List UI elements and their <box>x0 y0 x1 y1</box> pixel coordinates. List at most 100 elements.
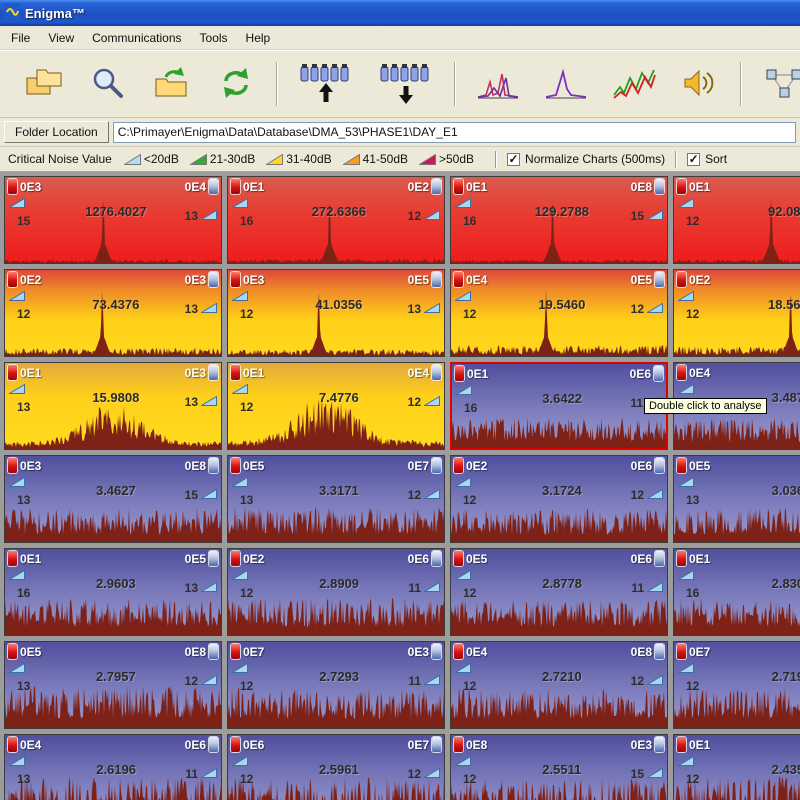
noise-triangle-icon <box>424 486 440 504</box>
leak-value: 3.1724 <box>493 483 631 507</box>
leak-value: 2.9603 <box>47 576 185 600</box>
normalize-checkbox[interactable]: ✓ Normalize Charts (500ms) <box>507 152 665 166</box>
noise-level-left: 12 <box>686 772 716 786</box>
chart-tile[interactable]: 0E30E4151276.402713 <box>4 176 222 264</box>
noise-level-left: 13 <box>686 493 716 507</box>
chart-tile[interactable]: 0E50E6122.877811 <box>450 548 668 636</box>
logger-id-left: 0E3 <box>20 459 41 473</box>
chart-tile[interactable]: 0E21218.5690 <box>673 269 800 357</box>
window-title: Enigma™ <box>25 6 85 21</box>
chart-tile[interactable]: 0E10E31315.980813 <box>4 362 222 450</box>
refresh-button[interactable] <box>212 61 260 108</box>
chart-tile[interactable]: 0E60E7122.596112 <box>227 734 445 800</box>
leak-value: 2.7957 <box>47 669 185 693</box>
logger-id-right: 0E6 <box>185 738 206 752</box>
chart-tile[interactable]: 0E20E31273.437613 <box>4 269 222 357</box>
legend-item: 41-50dB <box>343 152 408 166</box>
logger-battery-icon-right <box>209 365 218 380</box>
noise-level-left: 12 <box>686 679 716 693</box>
chart-tile[interactable]: 0E10E6163.642211 <box>450 362 668 450</box>
chart-tile[interactable]: 0E7122.7196 <box>673 641 800 729</box>
noise-level-right: 11 <box>408 581 421 595</box>
noise-triangle-icon <box>9 753 47 771</box>
chart-tile[interactable]: 0E40E8122.721012 <box>450 641 668 729</box>
read-loggers-button[interactable] <box>294 58 358 111</box>
chart-tile[interactable]: 0E80E3122.551115 <box>450 734 668 800</box>
noise-level-left: 12 <box>240 772 270 786</box>
speaker-button[interactable] <box>676 61 724 108</box>
export-folder-button[interactable] <box>148 61 196 108</box>
chart-tile[interactable]: 0E10E216272.636612 <box>227 176 445 264</box>
folder-location-button[interactable]: Folder Location <box>4 121 109 143</box>
histogram-multi-button[interactable] <box>472 61 524 108</box>
menu-item-view[interactable]: View <box>39 28 83 48</box>
logger-id-left: 0E8 <box>466 738 487 752</box>
chart-tile[interactable]: 0E30E8133.462715 <box>4 455 222 543</box>
chart-tile[interactable]: 0E10E4127.477612 <box>227 362 445 450</box>
noise-level-right: 11 <box>630 396 643 410</box>
menu-item-tools[interactable]: Tools <box>191 28 237 48</box>
logger-id-right: 0E3 <box>408 645 429 659</box>
noise-level-left: 16 <box>464 401 494 415</box>
chart-tile[interactable]: 0E11292.0801 <box>673 176 800 264</box>
export-folder-icon <box>152 65 192 104</box>
chart-tile[interactable]: 0E20E6122.890911 <box>227 548 445 636</box>
correlation-button[interactable] <box>758 61 800 108</box>
tile-info: 163.642211 <box>452 382 666 415</box>
logger-battery-icon-right <box>655 179 664 194</box>
chart-tile[interactable]: 0E1122.4350 <box>673 734 800 800</box>
logger-battery-icon-right <box>432 458 441 473</box>
noise-level-right: 15 <box>631 767 644 781</box>
noise-triangle-icon <box>9 660 47 678</box>
search-icon <box>88 65 128 104</box>
chart-tile[interactable]: 0E50E8132.795712 <box>4 641 222 729</box>
title-bar: Enigma™ <box>0 0 800 26</box>
tile-header: 0E40E8 <box>451 642 667 659</box>
logger-battery-icon-right <box>655 644 664 659</box>
noise-level-left: 13 <box>17 400 47 414</box>
noise-triangle-icon <box>424 672 440 690</box>
leak-value: 41.0356 <box>270 297 408 321</box>
noise-triangle-icon <box>678 660 716 678</box>
noise-triangle-icon <box>647 579 663 597</box>
menu-item-communications[interactable]: Communications <box>83 28 190 48</box>
chart-tile[interactable]: 0E70E3122.729311 <box>227 641 445 729</box>
folder-path-input[interactable] <box>113 122 796 143</box>
logger-battery-icon-left <box>8 458 17 473</box>
chart-tile[interactable]: 0E30E51241.035613 <box>227 269 445 357</box>
leak-value: 3.3171 <box>270 483 408 507</box>
logger-id-right: 0E3 <box>185 366 206 380</box>
leak-value: 1276.4027 <box>47 204 185 228</box>
menu-item-help[interactable]: Help <box>237 28 280 48</box>
chart-tile[interactable]: 0E40E51219.546012 <box>450 269 668 357</box>
logger-battery-icon-left <box>677 365 686 380</box>
chart-tile[interactable]: 0E20E6123.172412 <box>450 455 668 543</box>
program-loggers-button[interactable] <box>374 58 438 111</box>
tile-info: 132.795712 <box>5 660 221 693</box>
folder-location-bar: Folder Location <box>0 118 800 147</box>
chart-tile[interactable]: 0E5133.0365 <box>673 455 800 543</box>
leak-value: 2.8778 <box>493 576 631 600</box>
logger-id-right: 0E5 <box>185 552 206 566</box>
histogram-single-button[interactable] <box>540 61 592 108</box>
leak-value: 19.5460 <box>493 297 631 321</box>
sort-checkbox[interactable]: ✓ Sort <box>687 152 727 166</box>
legend-title: Critical Noise Value <box>8 152 112 166</box>
noise-triangle-icon <box>190 154 207 165</box>
overlay-charts-button[interactable] <box>608 61 660 108</box>
tile-info: 1219.546012 <box>451 288 667 321</box>
menu-item-file[interactable]: File <box>2 28 39 48</box>
toolbar-separator <box>454 62 456 106</box>
chart-tile[interactable]: 0E1162.8302 <box>673 548 800 636</box>
tile-header: 0E7 <box>674 642 800 659</box>
chart-tile[interactable]: 0E50E7133.317112 <box>227 455 445 543</box>
chart-tile[interactable]: 0E10E816129.278815 <box>450 176 668 264</box>
checkbox-check-icon: ✓ <box>507 153 520 166</box>
noise-level-left: 12 <box>240 586 270 600</box>
search-button[interactable] <box>84 61 132 108</box>
copy-folders-button[interactable] <box>20 61 68 108</box>
leak-value: 129.2788 <box>493 204 631 228</box>
chart-tile[interactable]: 0E40E6132.619611 <box>4 734 222 800</box>
leak-value: 2.8302 <box>716 576 800 600</box>
chart-tile[interactable]: 0E10E5162.960313 <box>4 548 222 636</box>
